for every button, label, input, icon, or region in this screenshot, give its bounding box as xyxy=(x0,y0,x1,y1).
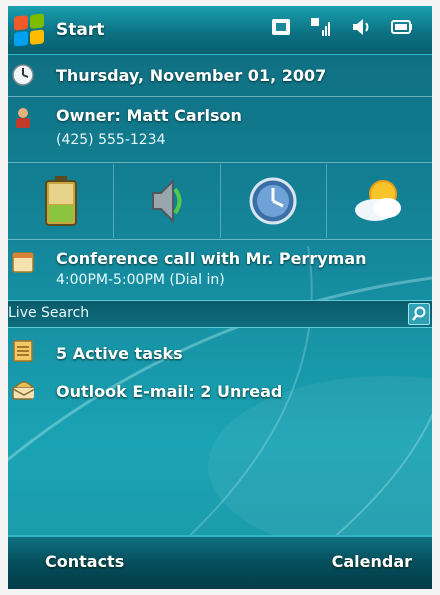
screenshot-frame: Start Thursday, November 01, 2007 Owner:… xyxy=(0,0,440,595)
email-row[interactable]: Outlook E-mail: 2 Unread xyxy=(8,372,432,408)
clock-shortcut[interactable] xyxy=(221,164,327,238)
weather-shortcut[interactable] xyxy=(327,164,432,238)
battery-large-icon xyxy=(44,176,77,226)
tasks-row[interactable]: 5 Active tasks xyxy=(8,332,432,368)
status-icons xyxy=(270,16,412,38)
weather-icon xyxy=(355,180,402,221)
windows-flag-icon xyxy=(14,13,44,47)
battery-shortcut[interactable] xyxy=(8,164,115,238)
clock-large-icon xyxy=(249,177,297,225)
owner-name: Owner: Matt Carlson xyxy=(56,106,242,125)
date-text: Thursday, November 01, 2007 xyxy=(56,66,327,85)
divider xyxy=(8,96,432,97)
title-bar: Start xyxy=(8,6,432,55)
owner-row[interactable]: Owner: Matt Carlson (425) 555-1234 xyxy=(8,98,432,160)
owner-icon xyxy=(16,108,30,128)
contacts-softkey[interactable]: Contacts xyxy=(45,552,124,571)
soft-key-bar: Contacts Calendar xyxy=(8,535,432,589)
battery-icon[interactable] xyxy=(390,16,412,38)
appointment-row[interactable]: Conference call with Mr. Perryman 4:00PM… xyxy=(8,241,432,299)
clock-icon xyxy=(12,64,34,86)
start-button[interactable]: Start xyxy=(14,12,104,48)
live-search-label: Live Search xyxy=(8,305,90,321)
divider xyxy=(8,162,432,163)
search-icon xyxy=(412,306,426,321)
email-icon xyxy=(12,381,34,400)
tasks-text: 5 Active tasks xyxy=(56,344,183,363)
owner-phone: (425) 555-1234 xyxy=(56,132,166,148)
search-button[interactable] xyxy=(408,303,430,325)
live-search-bar[interactable]: Live Search xyxy=(8,300,432,328)
appointment-title: Conference call with Mr. Perryman xyxy=(56,249,367,268)
speaker-icon xyxy=(151,178,182,224)
appointment-time: 4:00PM-5:00PM (Dial in) xyxy=(56,272,225,288)
start-label: Start xyxy=(56,20,105,40)
tasks-icon xyxy=(13,340,33,362)
signal-strength-icon[interactable] xyxy=(310,16,332,38)
calendar-softkey[interactable]: Calendar xyxy=(332,552,412,571)
today-screen: Start Thursday, November 01, 2007 Owner:… xyxy=(8,6,432,589)
email-text: Outlook E-mail: 2 Unread xyxy=(56,382,283,401)
shortcut-tiles xyxy=(8,164,432,238)
speaker-shortcut[interactable] xyxy=(114,164,221,238)
date-row[interactable]: Thursday, November 01, 2007 xyxy=(8,58,432,94)
calendar-icon xyxy=(12,252,34,273)
data-connection-icon[interactable] xyxy=(270,16,292,38)
volume-icon[interactable] xyxy=(350,16,372,38)
divider xyxy=(8,239,432,240)
